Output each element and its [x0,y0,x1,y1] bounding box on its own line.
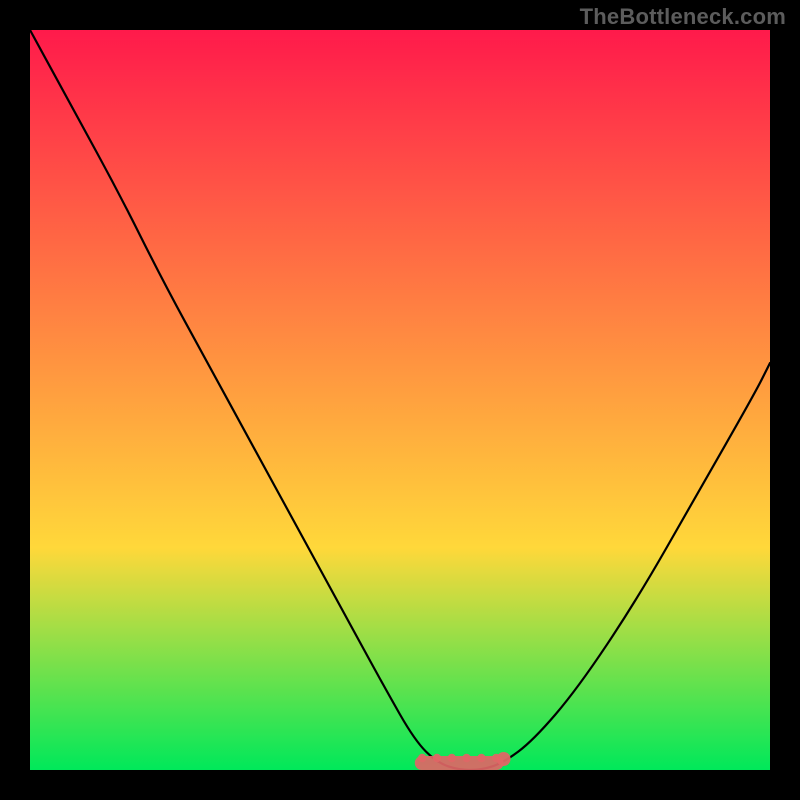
bottleneck-plot [30,30,770,770]
gradient-background [30,30,770,770]
chart-frame: TheBottleneck.com [0,0,800,800]
watermark-text: TheBottleneck.com [580,4,786,30]
plot-svg [30,30,770,770]
